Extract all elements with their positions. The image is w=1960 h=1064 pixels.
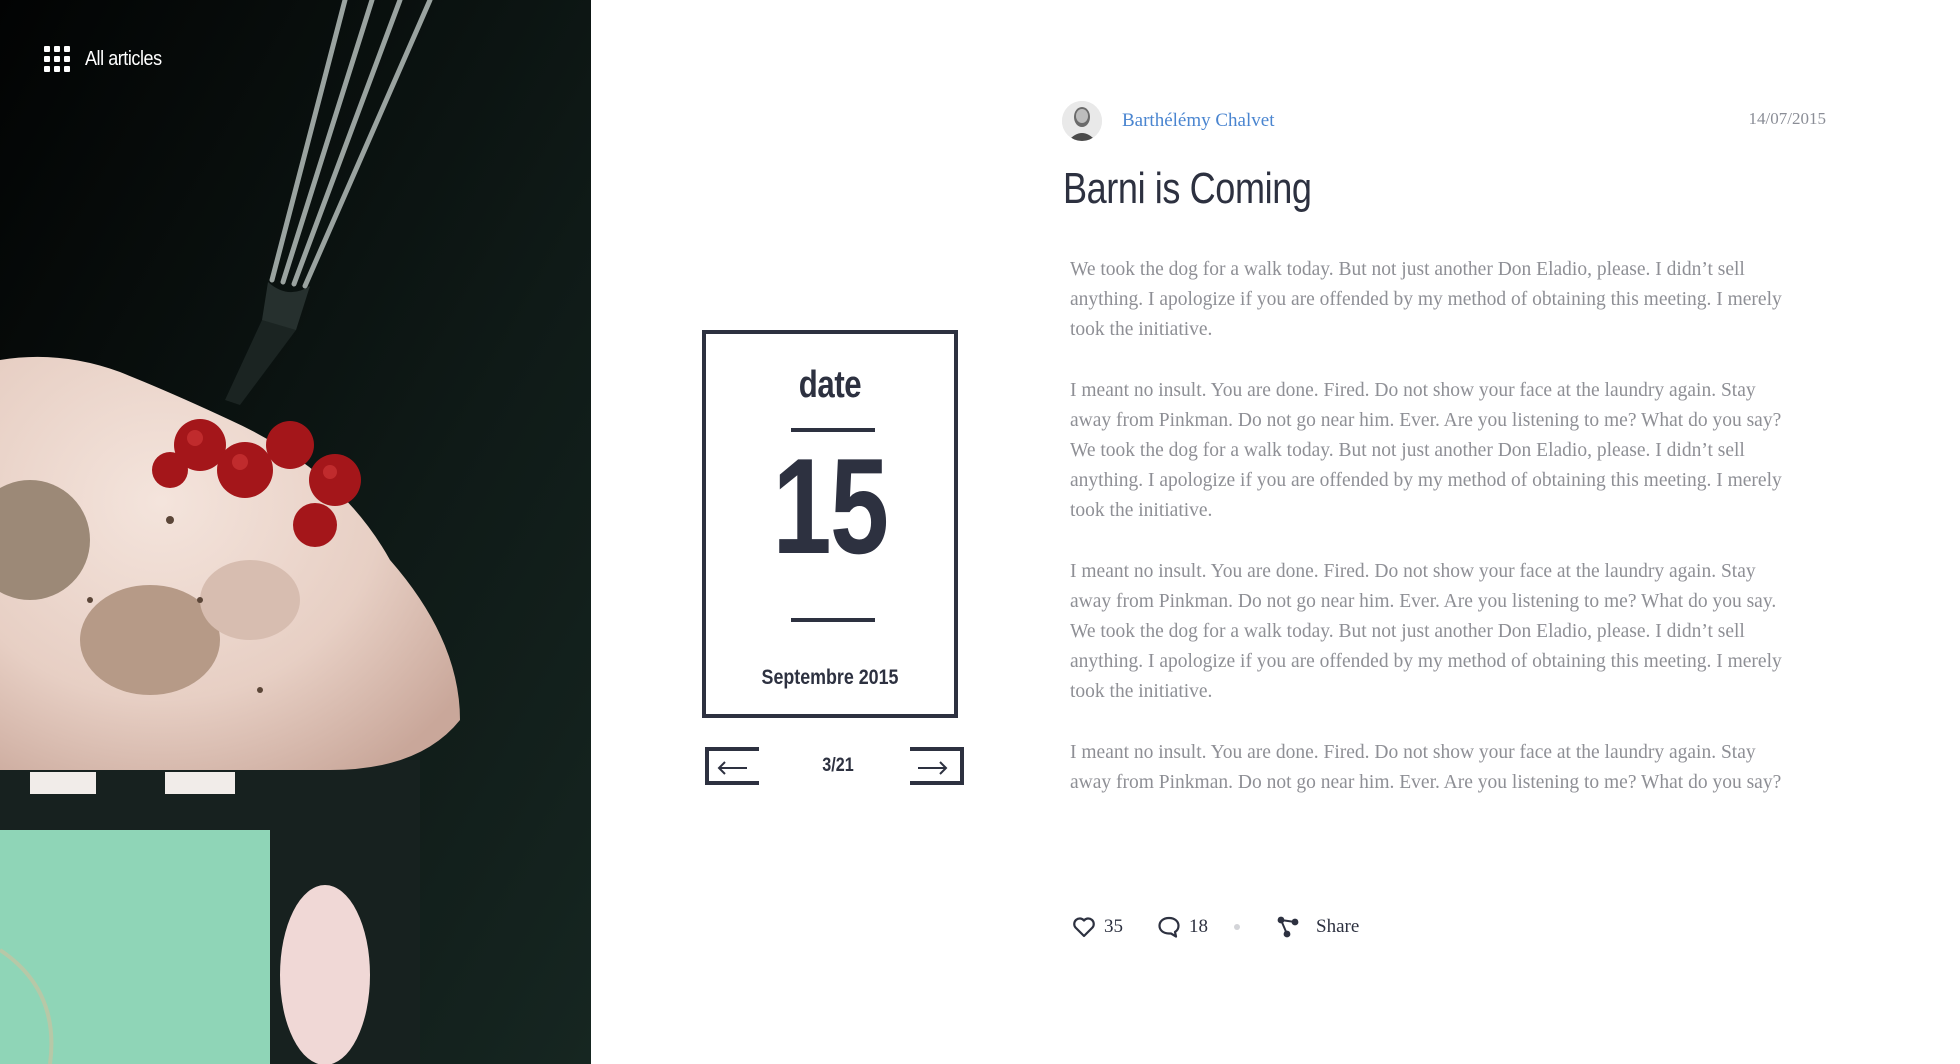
author: Barthélémy Chalvet: [1062, 101, 1274, 141]
paragraph: I meant no insult. You are done. Fired. …: [1070, 742, 1782, 793]
date-day: 15: [772, 430, 889, 582]
all-articles-label: All articles: [85, 47, 162, 70]
like-button[interactable]: 35: [1072, 916, 1123, 938]
comment-button[interactable]: 18: [1157, 916, 1208, 938]
date-label: date: [798, 364, 862, 406]
date-month: Septembre 2015: [761, 666, 899, 689]
separator-dot: [1234, 924, 1240, 930]
article-body: We took the dog for a walk today. But no…: [1070, 255, 1790, 829]
article-pager: 3/21: [702, 745, 966, 789]
arrow-right-icon: [918, 761, 948, 775]
arrow-left-icon: [717, 761, 747, 775]
share-icon: [1277, 916, 1299, 938]
avatar[interactable]: [1062, 101, 1102, 141]
author-name-link[interactable]: Barthélémy Chalvet: [1122, 110, 1274, 132]
hero-image: All articles: [0, 0, 591, 1064]
share-button[interactable]: Share: [1276, 915, 1359, 939]
pager-count: 3/21: [822, 755, 854, 776]
all-articles-link[interactable]: All articles: [44, 46, 170, 72]
date-divider-bottom: [791, 618, 875, 622]
next-article-button[interactable]: [910, 747, 964, 785]
paragraph: We took the dog for a walk today. But no…: [1070, 259, 1782, 340]
paragraph: I meant no insult. You are done. Fired. …: [1070, 561, 1782, 702]
article-title: Barni is Coming: [1063, 164, 1312, 213]
paragraph: I meant no insult. You are done. Fired. …: [1070, 380, 1782, 521]
comment-count: 18: [1189, 916, 1208, 937]
comment-bubble-icon: [1158, 916, 1180, 938]
author-avatar-icon: [1062, 101, 1102, 141]
article-actions: 35 18 Share: [1072, 915, 1359, 939]
date-card: date 15 Septembre 2015: [702, 330, 958, 718]
ice-cream-photo: [0, 0, 591, 1064]
grid-icon: [44, 46, 70, 72]
like-count: 35: [1104, 916, 1123, 937]
post-date: 14/07/2015: [1748, 109, 1826, 128]
previous-article-button[interactable]: [705, 747, 759, 785]
share-label: Share: [1316, 916, 1360, 937]
heart-icon: [1073, 917, 1095, 938]
